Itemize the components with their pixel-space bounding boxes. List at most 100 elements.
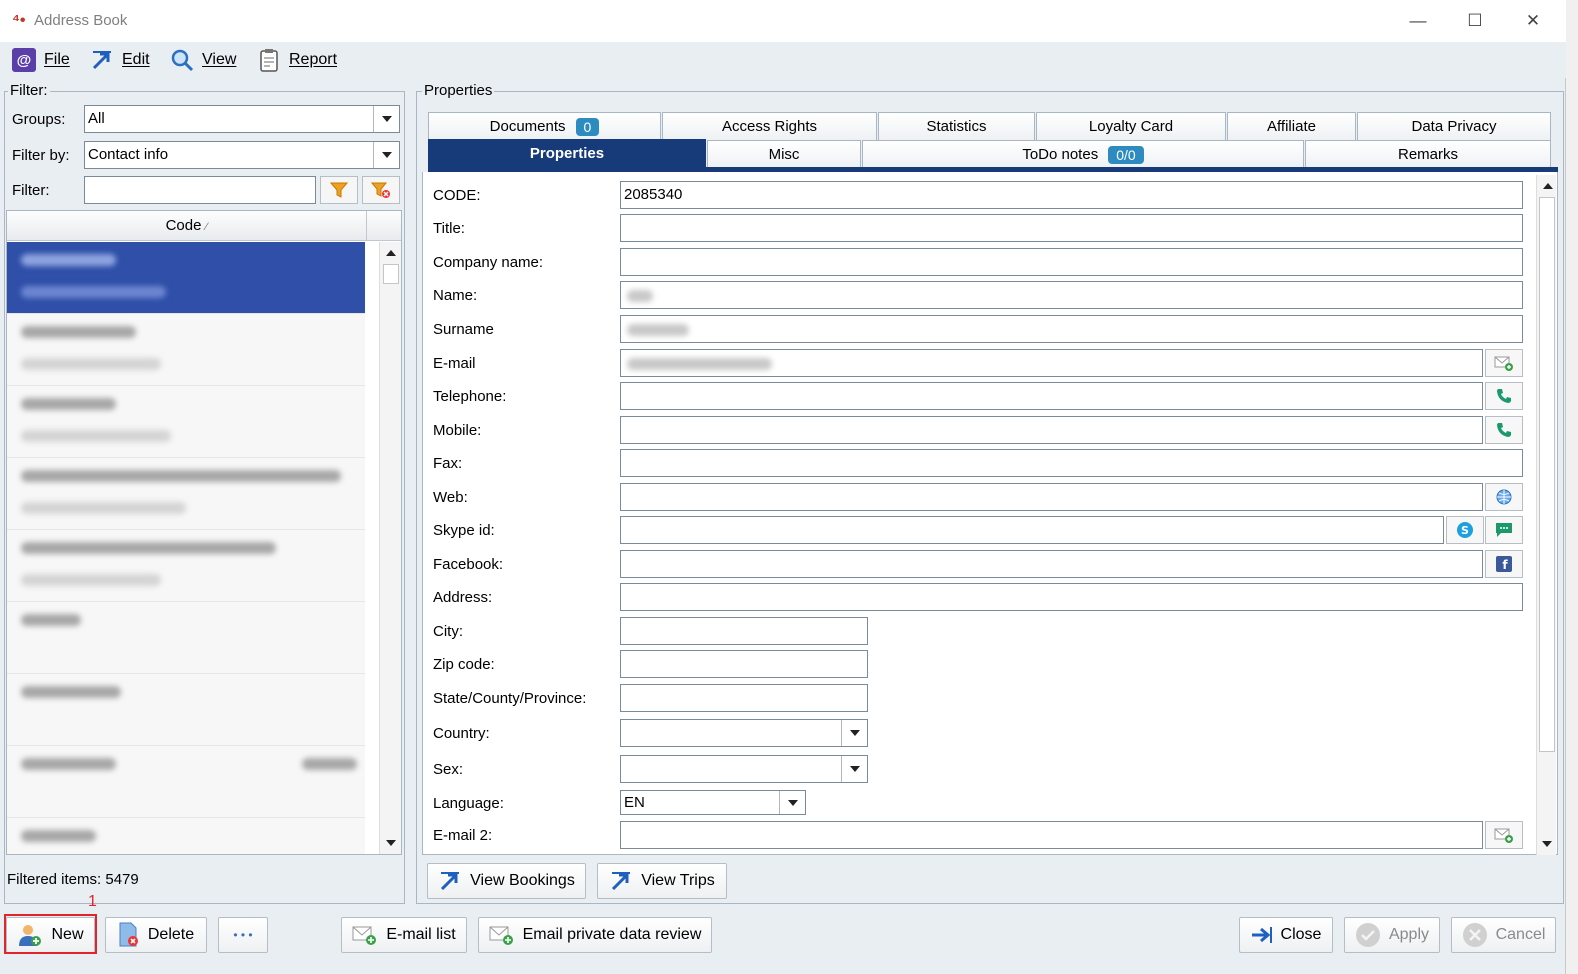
company-name-field[interactable] bbox=[620, 248, 1523, 276]
filter-text-input[interactable] bbox=[84, 176, 316, 204]
list-item[interactable] bbox=[7, 314, 365, 386]
telephone-field[interactable] bbox=[620, 382, 1483, 410]
clear-filter-button[interactable] bbox=[362, 176, 400, 204]
scroll-up-arrow[interactable] bbox=[382, 244, 400, 262]
tab-data-privacy[interactable]: Data Privacy bbox=[1357, 112, 1551, 140]
menu-report[interactable]: Report bbox=[257, 47, 337, 73]
email-list-button[interactable]: E-mail list bbox=[341, 917, 467, 953]
tab-statistics[interactable]: Statistics bbox=[878, 112, 1035, 140]
skype-chat-button[interactable] bbox=[1485, 516, 1523, 544]
tab-documents[interactable]: Documents 0 bbox=[428, 112, 661, 140]
scroll-thumb[interactable] bbox=[383, 264, 399, 284]
form-scroll-up-arrow[interactable] bbox=[1539, 177, 1557, 195]
apply-button[interactable]: Apply bbox=[1344, 917, 1440, 953]
open-web-button[interactable] bbox=[1485, 483, 1523, 511]
list-item[interactable] bbox=[7, 818, 365, 854]
sex-select[interactable] bbox=[620, 755, 868, 783]
delete-contact-button[interactable]: Delete bbox=[105, 917, 207, 953]
surname-field[interactable] bbox=[620, 315, 1523, 343]
country-dropdown-button[interactable] bbox=[841, 720, 867, 746]
mobile-field[interactable] bbox=[620, 416, 1483, 444]
web-field[interactable] bbox=[620, 483, 1483, 511]
send-email2-button[interactable] bbox=[1485, 821, 1523, 849]
contact-rows bbox=[7, 242, 365, 854]
send-email-button[interactable] bbox=[1485, 349, 1523, 377]
menu-file[interactable]: @ File bbox=[12, 47, 70, 73]
view-trips-button[interactable]: View Trips bbox=[597, 863, 727, 899]
country-select[interactable] bbox=[620, 719, 868, 747]
tab-access-rights[interactable]: Access Rights bbox=[662, 112, 877, 140]
call-mobile-button[interactable] bbox=[1485, 416, 1523, 444]
menu-edit[interactable]: Edit bbox=[90, 47, 150, 73]
list-item[interactable] bbox=[7, 746, 365, 818]
groups-label: Groups: bbox=[12, 111, 66, 128]
title-field[interactable] bbox=[620, 214, 1523, 242]
language-select[interactable]: EN bbox=[620, 790, 806, 815]
view-bookings-button[interactable]: View Bookings bbox=[427, 863, 586, 899]
address-field[interactable] bbox=[620, 583, 1523, 611]
more-options-button[interactable]: • • • bbox=[218, 917, 268, 953]
more-dots-icon: • • • bbox=[233, 928, 253, 942]
fax-field[interactable] bbox=[620, 449, 1523, 477]
cancel-button[interactable]: Cancel bbox=[1451, 917, 1556, 953]
groups-dropdown-button[interactable] bbox=[373, 106, 399, 132]
skype-id-field[interactable] bbox=[620, 516, 1444, 544]
email2-field[interactable] bbox=[620, 821, 1483, 849]
list-item[interactable] bbox=[7, 674, 365, 746]
column-header-code[interactable]: Code ⁄ bbox=[7, 211, 367, 241]
tab-loyalty-card[interactable]: Loyalty Card bbox=[1036, 112, 1226, 140]
list-item[interactable] bbox=[7, 386, 365, 458]
form-scroll-down-arrow[interactable] bbox=[1538, 835, 1556, 853]
tab-todo-notes[interactable]: ToDo notes 0/0 bbox=[862, 140, 1304, 168]
list-item[interactable] bbox=[7, 602, 365, 674]
zip-code-field[interactable] bbox=[620, 650, 868, 678]
list-scrollbar[interactable] bbox=[379, 242, 401, 854]
scroll-down-arrow[interactable] bbox=[382, 834, 400, 852]
tab-affiliate[interactable]: Affiliate bbox=[1227, 112, 1356, 140]
form-scrollbar[interactable] bbox=[1536, 175, 1556, 855]
apply-filter-button[interactable] bbox=[320, 176, 358, 204]
tab-misc[interactable]: Misc bbox=[707, 140, 861, 168]
skype-call-button[interactable]: S bbox=[1446, 516, 1484, 544]
filter-by-dropdown-button[interactable] bbox=[373, 142, 399, 168]
sort-ascending-icon: ⁄ bbox=[205, 221, 208, 233]
tab-loyalty-card-label: Loyalty Card bbox=[1088, 118, 1174, 135]
minimize-button[interactable]: — bbox=[1398, 6, 1438, 36]
tab-misc-label: Misc bbox=[768, 146, 800, 163]
menu-view-label: View bbox=[202, 51, 237, 68]
chevron-down-icon bbox=[849, 730, 860, 736]
sex-dropdown-button[interactable] bbox=[841, 756, 867, 782]
groups-value: All bbox=[88, 110, 105, 127]
close-label: Close bbox=[1280, 926, 1322, 943]
address-label: Address: bbox=[433, 589, 493, 606]
facebook-label: Facebook: bbox=[433, 556, 504, 573]
form-scroll-thumb[interactable] bbox=[1539, 197, 1555, 752]
menu-view[interactable]: View bbox=[170, 47, 236, 73]
tab-remarks[interactable]: Remarks bbox=[1305, 140, 1551, 168]
redacted-contact-name bbox=[21, 398, 116, 410]
close-window-button[interactable]: ✕ bbox=[1513, 6, 1553, 36]
email-private-data-review-button[interactable]: Email private data review bbox=[478, 917, 712, 953]
groups-select[interactable]: All bbox=[84, 105, 400, 133]
open-facebook-button[interactable]: f bbox=[1485, 550, 1523, 578]
filter-by-select[interactable]: Contact info bbox=[84, 141, 400, 169]
city-field[interactable] bbox=[620, 617, 868, 645]
contact-list[interactable]: Code ⁄ bbox=[6, 210, 402, 855]
tab-properties[interactable]: Properties bbox=[428, 139, 706, 167]
list-item[interactable] bbox=[7, 458, 365, 530]
facebook-field[interactable] bbox=[620, 550, 1483, 578]
language-dropdown-button[interactable] bbox=[779, 791, 805, 814]
code-field[interactable]: 2085340 bbox=[620, 181, 1523, 209]
name-field[interactable] bbox=[620, 281, 1523, 309]
call-telephone-button[interactable] bbox=[1485, 382, 1523, 410]
email-list-label: E-mail list bbox=[386, 926, 456, 943]
email-field[interactable] bbox=[620, 349, 1483, 377]
state-field[interactable] bbox=[620, 684, 868, 712]
list-item[interactable] bbox=[7, 530, 365, 602]
todo-count-badge: 0/0 bbox=[1108, 145, 1144, 164]
maximize-button[interactable]: ☐ bbox=[1455, 6, 1495, 36]
list-item[interactable] bbox=[7, 242, 365, 314]
chevron-down-icon bbox=[381, 116, 392, 122]
close-button[interactable]: Close bbox=[1239, 917, 1333, 953]
chevron-up-icon bbox=[386, 250, 396, 256]
